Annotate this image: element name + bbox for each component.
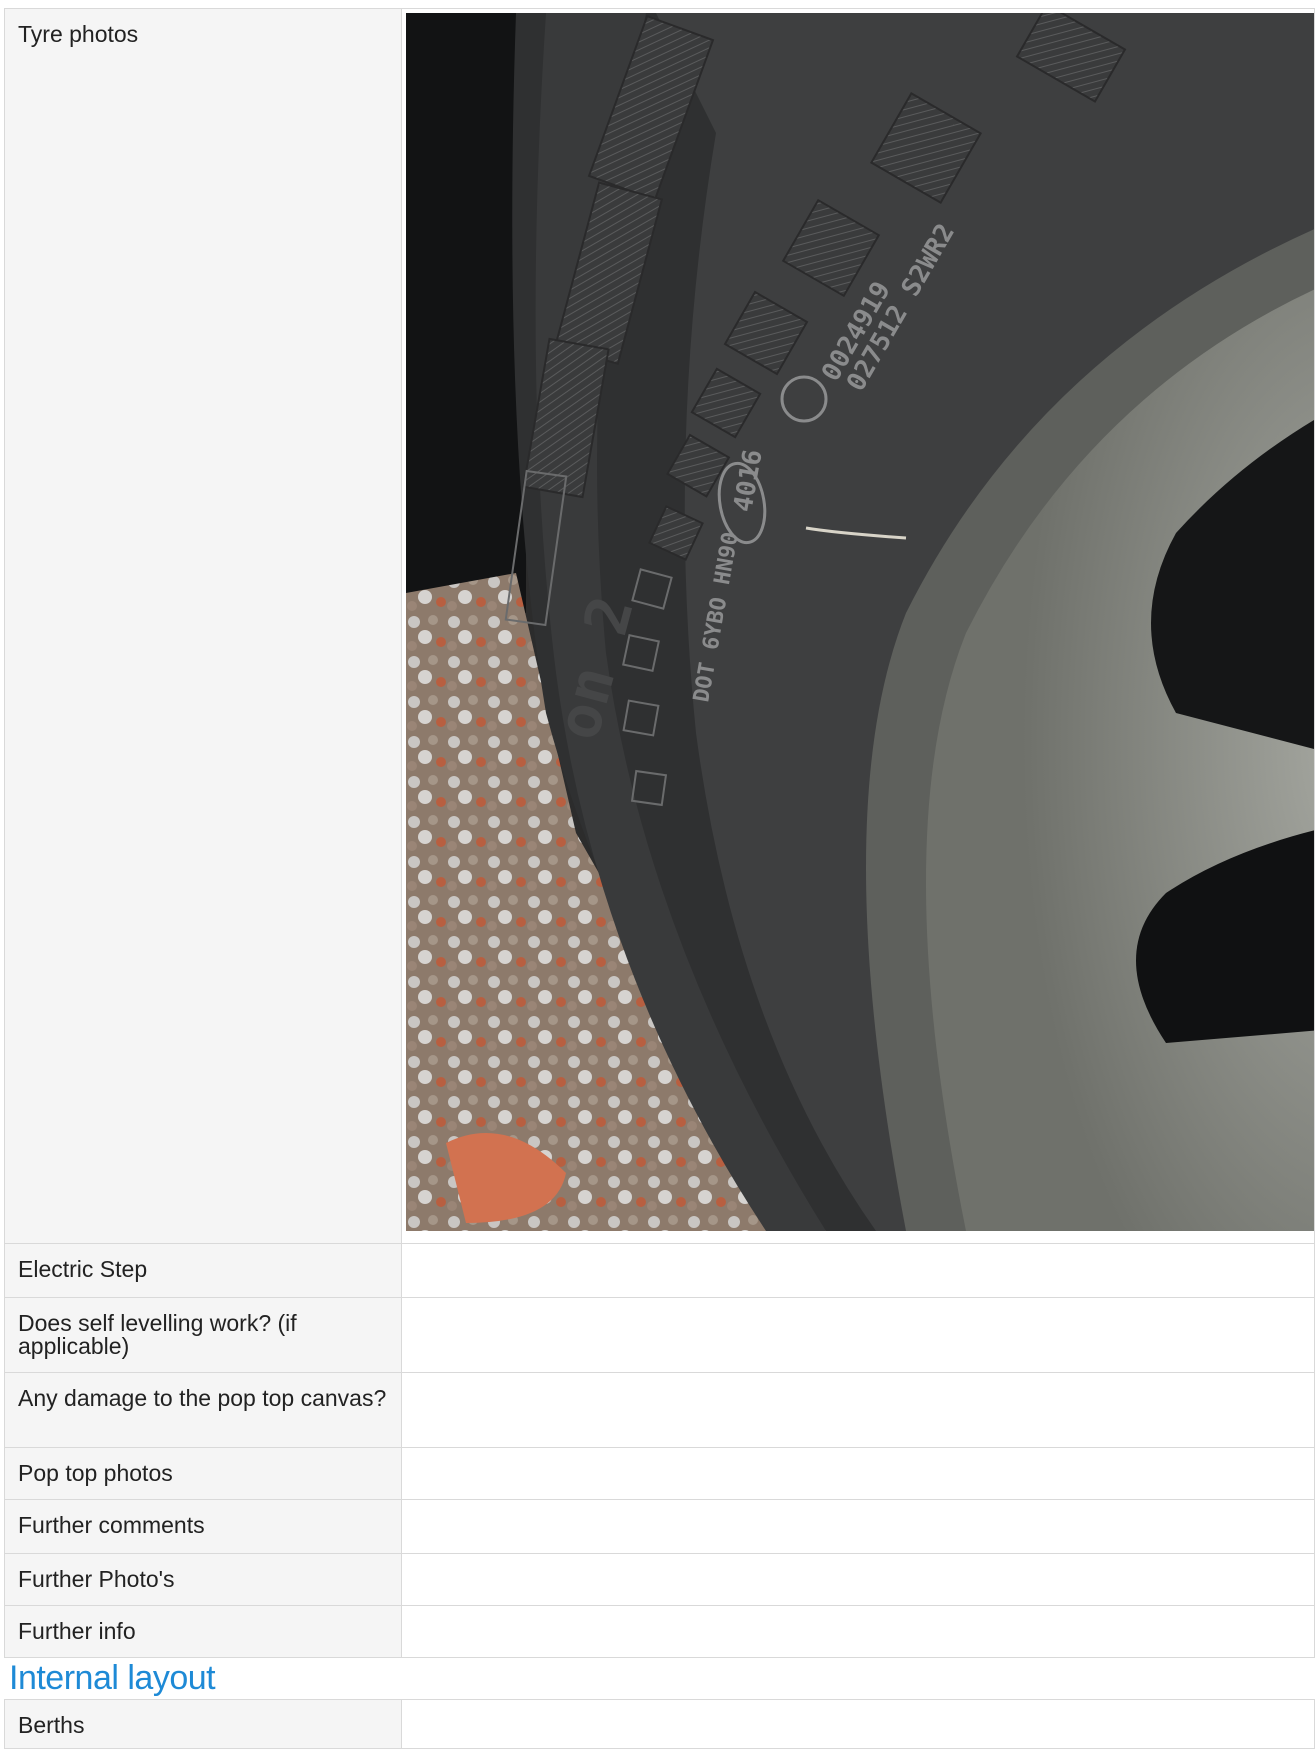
table-row: Does self levelling work? (if applicable… [4,1297,1315,1373]
row-label-further-info: Further info [4,1605,402,1658]
table-row: Further info [4,1605,1315,1658]
row-label-tyre-photos: Tyre photos [4,8,402,1244]
row-value-further-info [401,1605,1315,1658]
row-label-pop-top-canvas-damage: Any damage to the pop top canvas? [4,1372,402,1448]
internal-layout-table: Berths [4,1699,1315,1749]
table-row: Any damage to the pop top canvas? [4,1372,1315,1448]
table-row: Electric Step [4,1243,1315,1298]
row-label-further-photos: Further Photo's [4,1553,402,1606]
row-value-pop-top-photos [401,1447,1315,1500]
row-value-electric-step [401,1243,1315,1298]
row-value-berths [401,1699,1315,1749]
row-value-further-photos [401,1553,1315,1606]
row-value-self-levelling [401,1297,1315,1373]
table-row: Tyre photos 0024919 027512 S2WR2 DOT 6YB… [4,8,1315,1244]
row-value-pop-top-canvas-damage [401,1372,1315,1448]
table-row: Further comments [4,1499,1315,1554]
row-label-electric-step: Electric Step [4,1243,402,1298]
table-row: Berths [4,1699,1315,1749]
row-label-pop-top-photos: Pop top photos [4,1447,402,1500]
row-value-tyre-photos: 0024919 027512 S2WR2 DOT 6YBO HN90 4016 … [401,8,1315,1244]
row-label-self-levelling: Does self levelling work? (if applicable… [4,1297,402,1373]
section-heading-internal-layout: Internal layout [9,1659,216,1697]
vehicle-check-table: Tyre photos 0024919 027512 S2WR2 DOT 6YB… [4,8,1315,1658]
row-value-further-comments [401,1499,1315,1554]
row-label-further-comments: Further comments [4,1499,402,1554]
row-label-berths: Berths [4,1699,402,1749]
tyre-sidewall-photo[interactable]: 0024919 027512 S2WR2 DOT 6YBO HN90 4016 … [406,13,1315,1231]
table-row: Further Photo's [4,1553,1315,1606]
table-row: Pop top photos [4,1447,1315,1500]
